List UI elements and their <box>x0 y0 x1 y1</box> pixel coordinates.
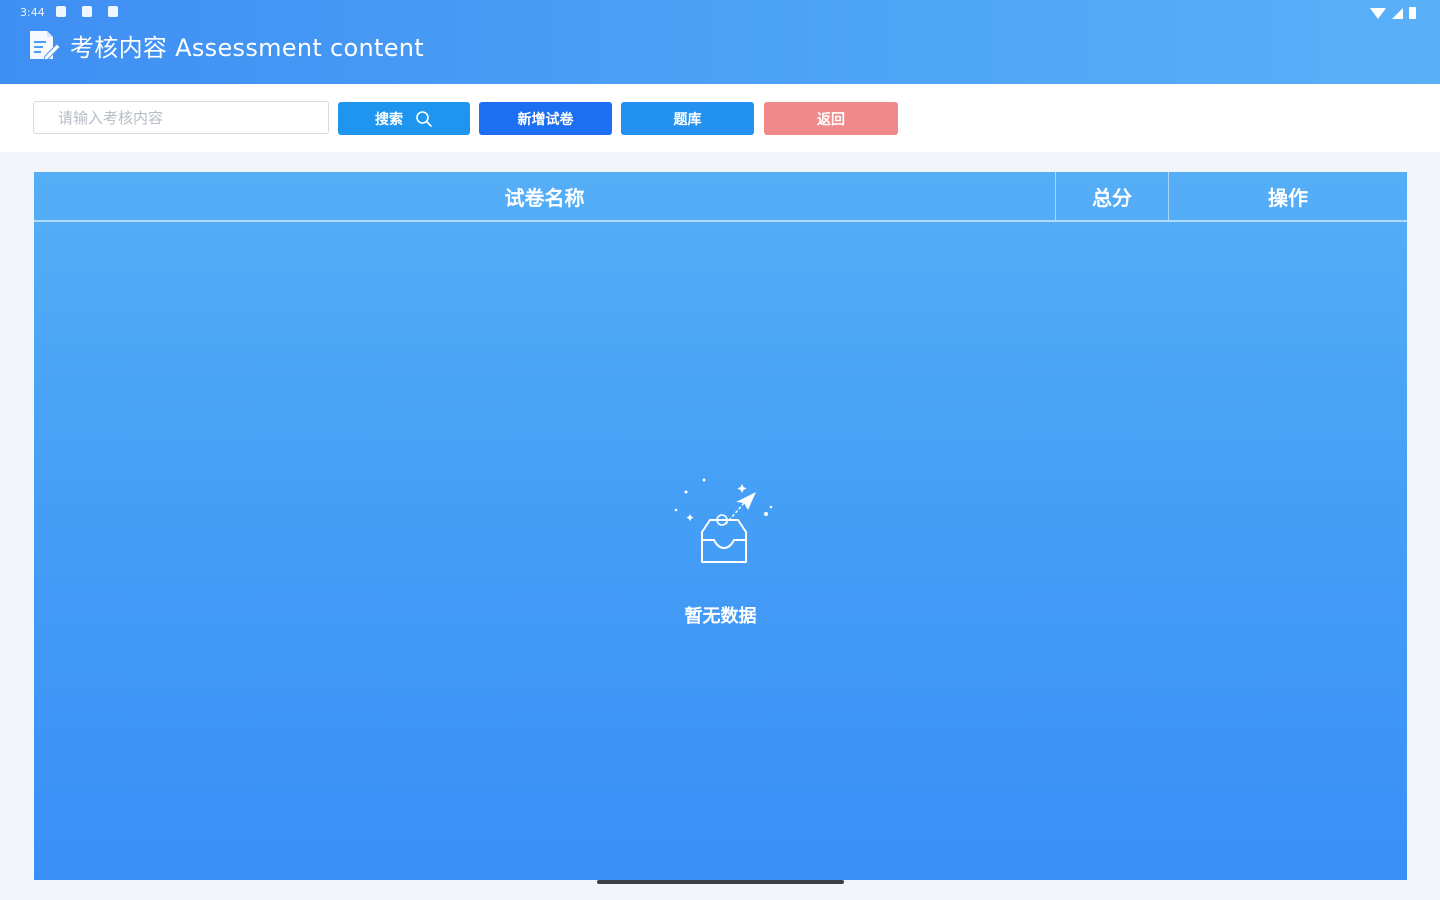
question-bank-button[interactable]: 题库 <box>621 102 754 135</box>
column-header-total-score: 总分 <box>1056 172 1169 220</box>
search-button-label: 搜索 <box>375 111 403 128</box>
notification-icons <box>56 6 118 17</box>
signal-icon <box>1392 7 1403 19</box>
battery-icon <box>1409 7 1416 19</box>
column-header-actions: 操作 <box>1268 185 1308 210</box>
status-bar: 3:44 <box>0 0 1440 26</box>
empty-inbox-icon <box>674 478 772 563</box>
search-button[interactable]: 搜索 <box>338 102 470 135</box>
search-icon <box>416 110 432 127</box>
empty-state-text: 暂无数据 <box>684 606 757 627</box>
status-time: 3:44 <box>20 6 45 19</box>
add-paper-button[interactable]: 新增试卷 <box>479 102 612 135</box>
system-icons <box>1370 7 1416 19</box>
sim-card-icon <box>82 6 92 17</box>
search-input[interactable] <box>33 101 329 134</box>
home-indicator[interactable] <box>597 880 844 884</box>
page-title: 考核内容 Assessment content <box>26 27 424 63</box>
toolbar: 搜索 新增试卷 题库 返回 <box>0 84 1440 152</box>
app-header: 3:44 考核内容 Assessment content <box>0 0 1440 84</box>
back-button[interactable]: 返回 <box>764 102 898 135</box>
page-title-text: 考核内容 Assessment content <box>70 33 425 62</box>
papers-table: 试卷名称 总分 操作 暂无数据 <box>34 172 1407 880</box>
table-header: 试卷名称 总分 操作 <box>34 172 1407 222</box>
wifi-icon <box>1370 7 1386 19</box>
notification-icon <box>108 6 118 17</box>
shield-icon <box>56 6 66 17</box>
document-edit-icon <box>30 31 60 61</box>
empty-state: 暂无数据 <box>34 472 1407 628</box>
column-header-paper-name: 试卷名称 <box>34 172 1056 220</box>
